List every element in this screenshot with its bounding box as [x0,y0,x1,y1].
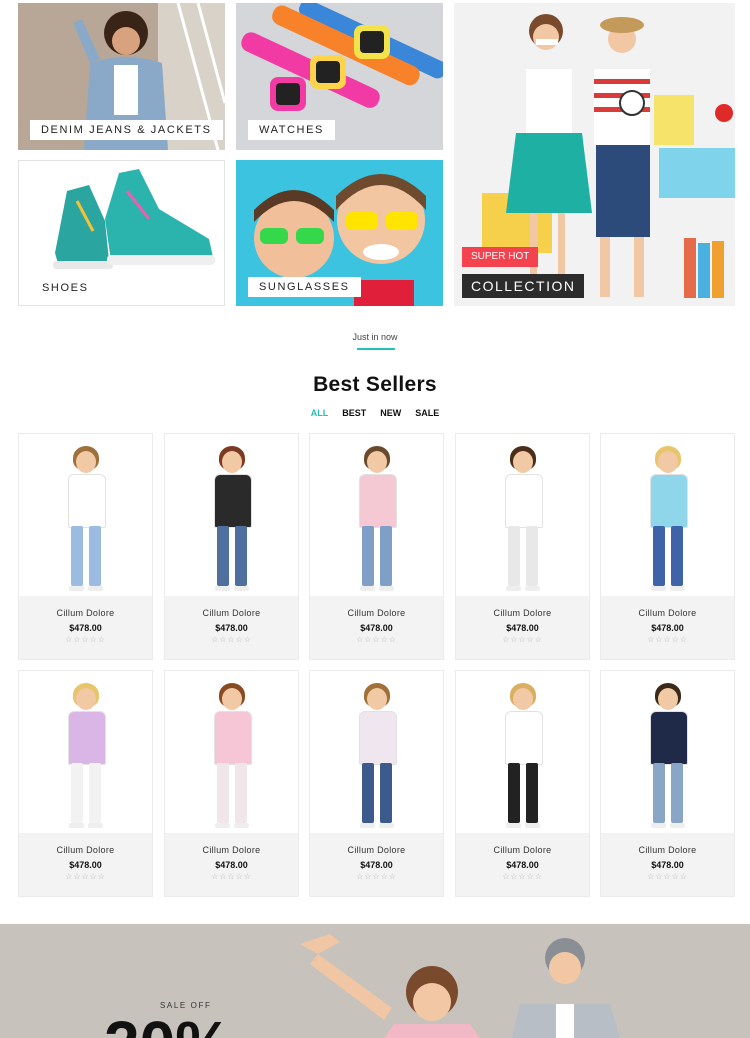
product-rating-stars: ☆☆☆☆☆ [65,635,106,644]
product-price: $478.00 [506,623,539,633]
product-info: Cillum Dolore $478.00 ☆☆☆☆☆ [601,596,734,659]
product-price: $478.00 [360,860,393,870]
product-card[interactable]: Cillum Dolore $478.00 ☆☆☆☆☆ [309,670,444,897]
product-image [310,671,443,833]
category-tile-collection[interactable]: SUPER HOT COLLECTION [454,3,735,306]
section-title: Best Sellers [313,373,437,396]
product-info: Cillum Dolore $478.00 ☆☆☆☆☆ [165,596,298,659]
product-info: Cillum Dolore $478.00 ☆☆☆☆☆ [19,596,152,659]
category-tile-shoes[interactable]: SHOES [18,160,225,306]
product-image [19,434,152,596]
product-card[interactable]: Cillum Dolore $478.00 ☆☆☆☆☆ [164,670,299,897]
sale-banner-headline: 20% [104,1012,232,1038]
product-name[interactable]: Cillum Dolore [456,596,589,618]
product-filter-tabs: ALL BEST NEW SALE [0,408,750,418]
category-tile-watches[interactable]: WATCHES [236,3,443,150]
product-rating-stars: ☆☆☆☆☆ [65,872,106,881]
product-card[interactable]: Cillum Dolore $478.00 ☆☆☆☆☆ [18,433,153,660]
product-price: $478.00 [215,623,248,633]
product-card[interactable]: Cillum Dolore $478.00 ☆☆☆☆☆ [164,433,299,660]
product-price: $478.00 [360,623,393,633]
product-info: Cillum Dolore $478.00 ☆☆☆☆☆ [165,833,298,896]
product-rating-stars: ☆☆☆☆☆ [647,872,688,881]
product-image [310,434,443,596]
product-name[interactable]: Cillum Dolore [310,596,443,618]
product-card[interactable]: Cillum Dolore $478.00 ☆☆☆☆☆ [18,670,153,897]
category-label-shoes: SHOES [42,282,89,294]
category-label-sunglasses: SUNGLASSES [248,277,361,297]
product-price: $478.00 [651,623,684,633]
product-info: Cillum Dolore $478.00 ☆☆☆☆☆ [310,833,443,896]
product-name[interactable]: Cillum Dolore [165,833,298,855]
product-card[interactable]: Cillum Dolore $478.00 ☆☆☆☆☆ [600,670,735,897]
category-label-watches: WATCHES [248,120,335,140]
product-image [601,671,734,833]
tab-new[interactable]: NEW [380,408,401,418]
product-rating-stars: ☆☆☆☆☆ [502,872,543,881]
product-info: Cillum Dolore $478.00 ☆☆☆☆☆ [310,596,443,659]
section-kicker: Just in now [352,332,398,342]
product-card[interactable]: Cillum Dolore $478.00 ☆☆☆☆☆ [309,433,444,660]
product-image [19,671,152,833]
product-rating-stars: ☆☆☆☆☆ [502,635,543,644]
product-name[interactable]: Cillum Dolore [19,596,152,618]
product-rating-stars: ☆☆☆☆☆ [211,872,252,881]
product-image [456,434,589,596]
sale-banner[interactable]: SALE OFF 20% [0,924,750,1038]
product-name[interactable]: Cillum Dolore [165,596,298,618]
product-price: $478.00 [69,623,102,633]
category-label-denim: DENIM JEANS & JACKETS [30,120,223,140]
product-info: Cillum Dolore $478.00 ☆☆☆☆☆ [601,833,734,896]
product-image [165,434,298,596]
product-rating-stars: ☆☆☆☆☆ [211,635,252,644]
product-rating-stars: ☆☆☆☆☆ [647,635,688,644]
product-image [456,671,589,833]
product-card[interactable]: Cillum Dolore $478.00 ☆☆☆☆☆ [455,670,590,897]
product-card[interactable]: Cillum Dolore $478.00 ☆☆☆☆☆ [455,433,590,660]
product-price: $478.00 [69,860,102,870]
product-image [165,671,298,833]
product-name[interactable]: Cillum Dolore [19,833,152,855]
product-name[interactable]: Cillum Dolore [456,833,589,855]
super-hot-badge: SUPER HOT [462,247,539,267]
product-price: $478.00 [651,860,684,870]
product-rating-stars: ☆☆☆☆☆ [356,872,397,881]
category-tile-sunglasses[interactable]: SUNGLASSES [236,160,443,306]
product-name[interactable]: Cillum Dolore [601,833,734,855]
tab-sale[interactable]: SALE [415,408,439,418]
category-tile-denim[interactable]: DENIM JEANS & JACKETS [18,3,225,150]
product-name[interactable]: Cillum Dolore [310,833,443,855]
product-image [601,434,734,596]
tab-best[interactable]: BEST [342,408,366,418]
product-card[interactable]: Cillum Dolore $478.00 ☆☆☆☆☆ [600,433,735,660]
product-price: $478.00 [215,860,248,870]
product-price: $478.00 [506,860,539,870]
product-info: Cillum Dolore $478.00 ☆☆☆☆☆ [456,833,589,896]
product-rating-stars: ☆☆☆☆☆ [356,635,397,644]
product-info: Cillum Dolore $478.00 ☆☆☆☆☆ [19,833,152,896]
tab-all[interactable]: ALL [311,408,329,418]
section-kicker-underline [357,348,395,350]
product-info: Cillum Dolore $478.00 ☆☆☆☆☆ [456,596,589,659]
product-name[interactable]: Cillum Dolore [601,596,734,618]
category-label-collection: COLLECTION [462,274,585,298]
